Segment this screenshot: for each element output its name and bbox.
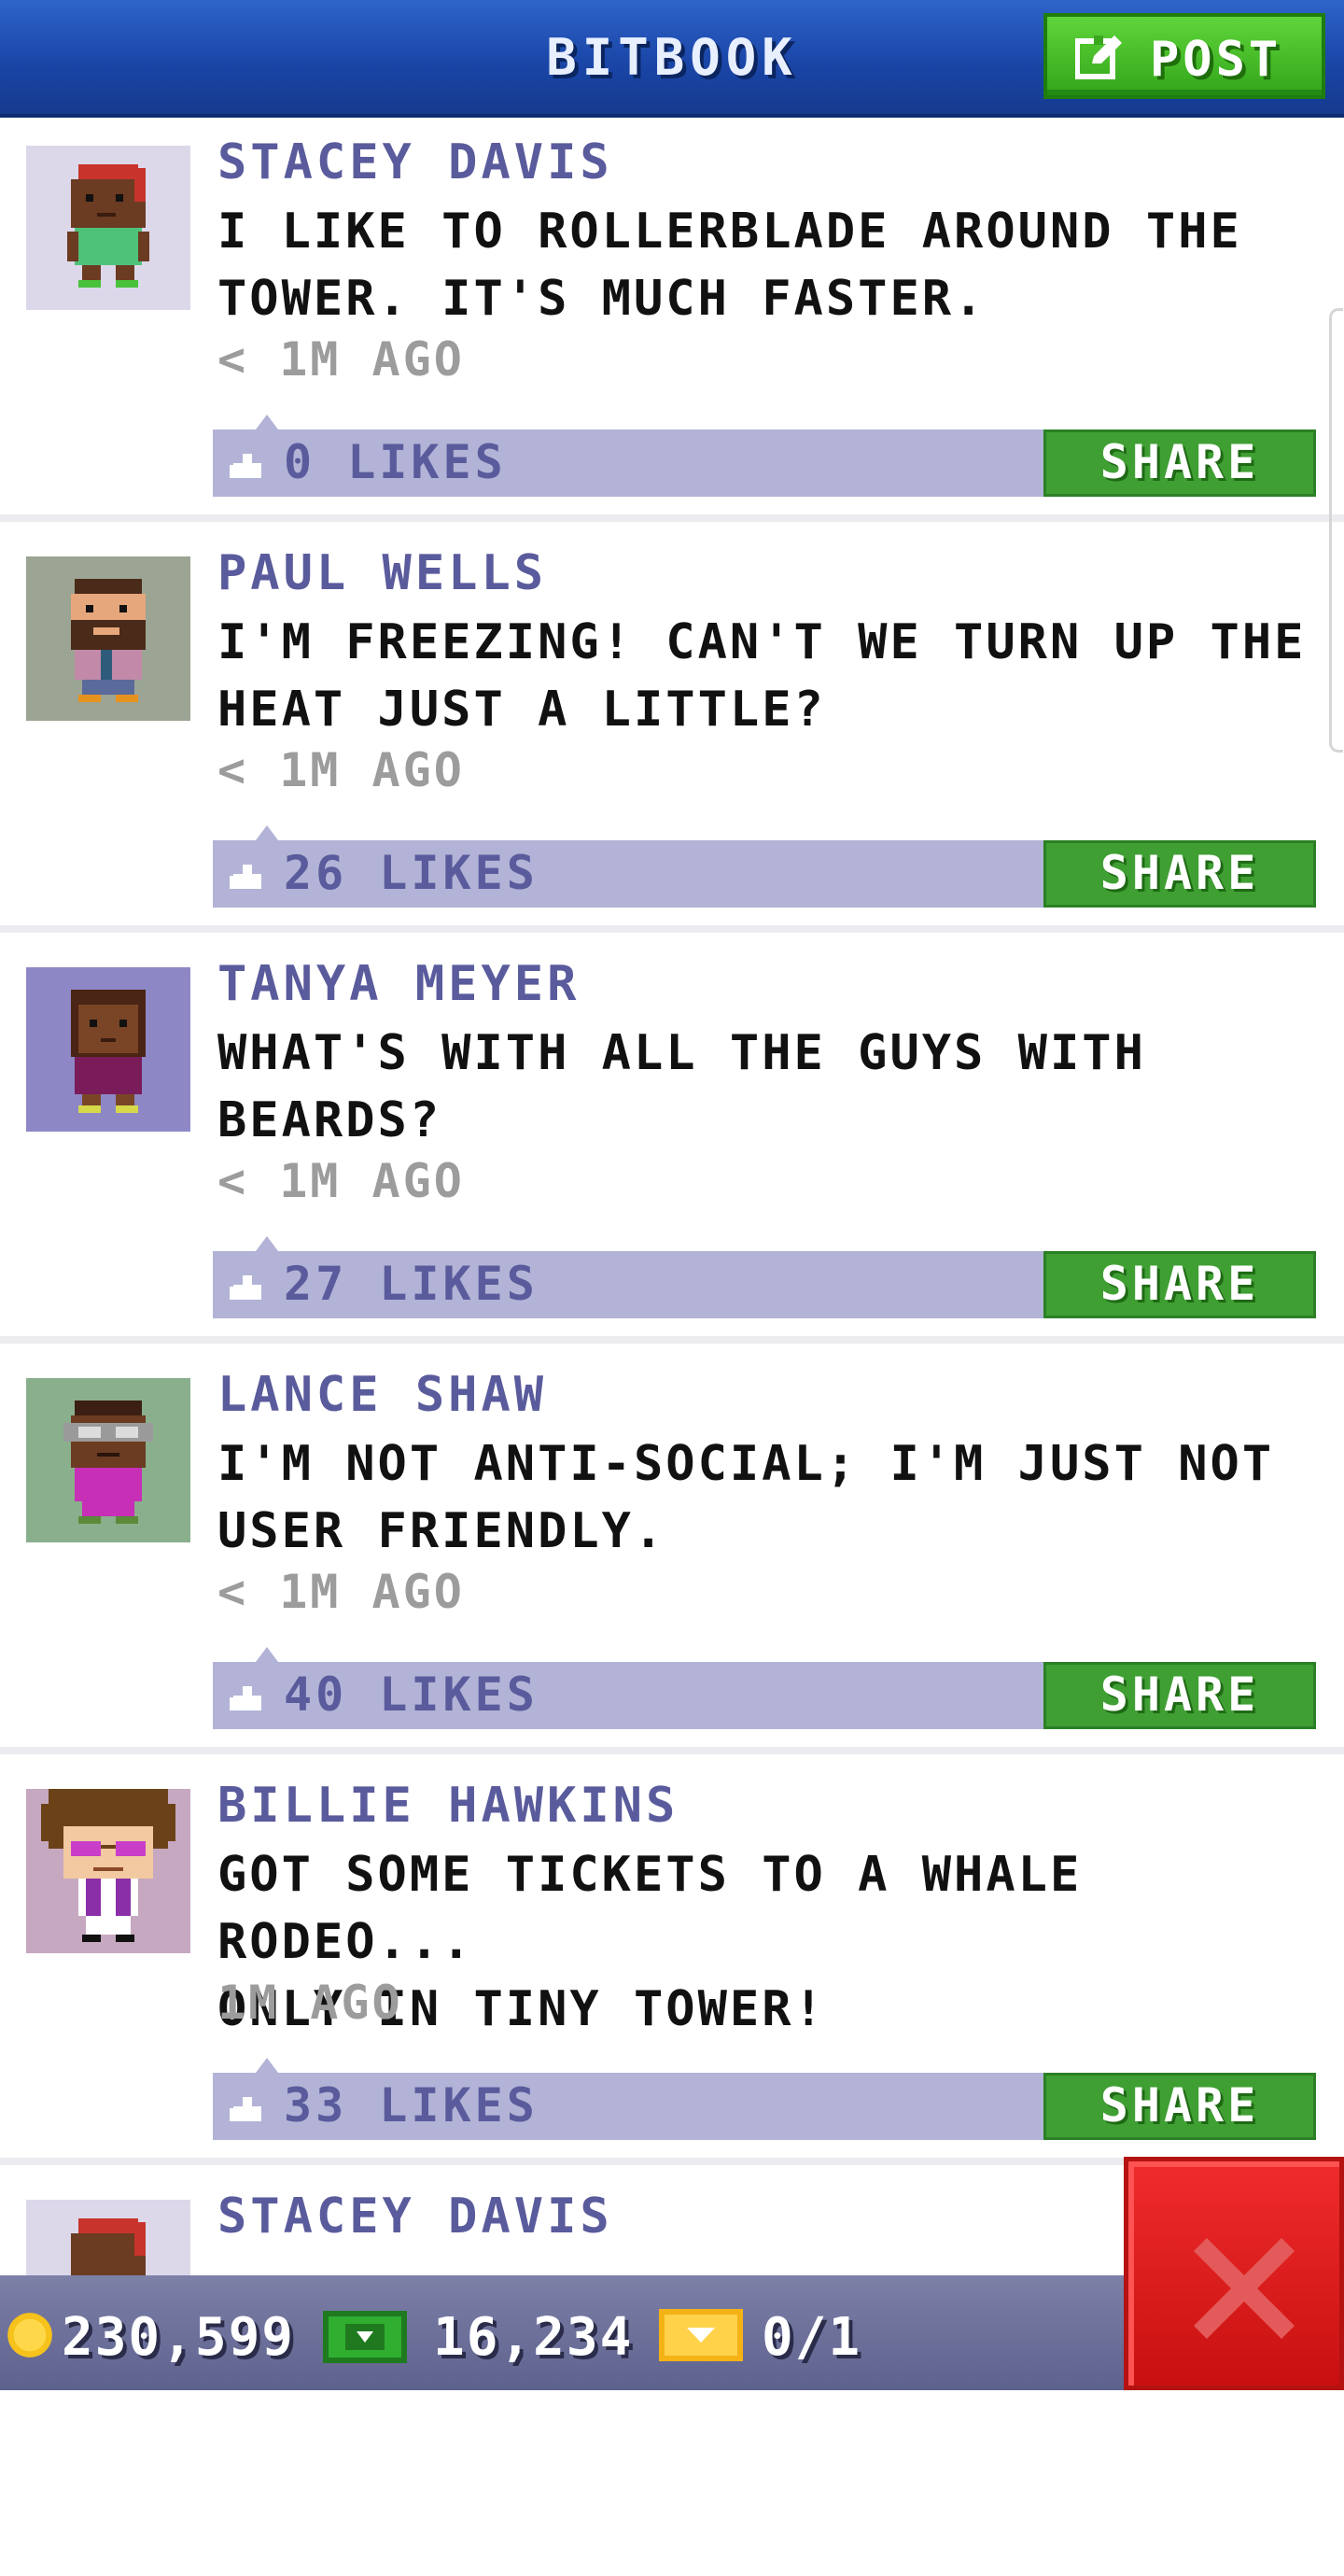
post-time: < 1M AGO	[217, 1154, 465, 1208]
close-button[interactable]	[1124, 2157, 1344, 2390]
share-button[interactable]: SHARE	[1043, 1662, 1316, 1729]
billie-avatar-icon	[26, 1789, 190, 1953]
post-author[interactable]: LANCE SHAW	[217, 1367, 547, 1423]
post-author[interactable]: BILLIE HAWKINS	[217, 1778, 679, 1834]
post-message: I'M NOT ANTI-SOCIAL; I'M JUST NOT USER F…	[217, 1436, 1275, 1559]
likes-bar: 0 LIKES SHARE	[213, 415, 1316, 497]
edit-icon	[1075, 35, 1122, 79]
thumbs-up-icon[interactable]	[230, 859, 265, 891]
post-label: POST	[1150, 32, 1282, 88]
likes-count: 26 LIKES	[284, 846, 539, 900]
post-time: < 1M AGO	[217, 1565, 465, 1619]
post-message: I LIKE TO ROLLERBLADE AROUND THE TOWER. …	[217, 204, 1242, 327]
thumbs-up-icon[interactable]	[230, 1681, 265, 1712]
feed-post: STACEY DAVIS I LIKE TO ROLLERBLADE AROUN…	[0, 118, 1344, 522]
feed-post: TANYA MEYER WHAT'S WITH ALL THE GUYS WIT…	[0, 939, 1344, 1344]
likes-count: 40 LIKES	[284, 1668, 539, 1722]
post-message: WHAT'S WITH ALL THE GUYS WITH BEARDS?	[217, 1025, 1146, 1148]
lance-avatar-icon	[26, 1378, 190, 1542]
stacey-avatar-icon	[26, 146, 190, 310]
likes-count: 27 LIKES	[284, 1257, 539, 1311]
feed-post: PAUL WELLS I'M FREEZING! CAN'T WE TURN U…	[0, 528, 1344, 933]
ticket-icon	[659, 2309, 743, 2361]
share-button[interactable]: SHARE	[1043, 1251, 1316, 1318]
post-button[interactable]: POST	[1043, 13, 1325, 99]
post-author[interactable]: STACEY DAVIS	[217, 134, 613, 190]
post-time: < 1M AGO	[217, 743, 465, 797]
post-author[interactable]: TANYA MEYER	[217, 956, 580, 1012]
post-message: I'M FREEZING! CAN'T WE TURN UP THE HEAT …	[217, 614, 1307, 738]
likes-count: 0 LIKES	[284, 435, 507, 489]
post-time: 1M AGO	[217, 1976, 403, 2030]
paul-avatar-icon	[26, 556, 190, 721]
share-button[interactable]: SHARE	[1043, 429, 1316, 497]
likes-bar: 26 LIKES SHARE	[213, 825, 1316, 908]
likes-bar: 33 LIKES SHARE	[213, 2058, 1316, 2140]
tanya-avatar-icon	[26, 967, 190, 1132]
post-author[interactable]: STACEY DAVIS	[217, 2189, 613, 2245]
bux-icon	[323, 2311, 407, 2363]
thumbs-up-icon[interactable]	[230, 448, 265, 480]
scrollbar[interactable]	[1329, 308, 1343, 753]
share-button[interactable]: SHARE	[1043, 840, 1316, 908]
coin-icon	[7, 2313, 52, 2358]
thumbs-up-icon[interactable]	[230, 1270, 265, 1302]
thumbs-up-icon[interactable]	[230, 2091, 265, 2123]
likes-count: 33 LIKES	[284, 2078, 539, 2133]
ticket-count: 0/1	[762, 2307, 862, 2368]
post-author[interactable]: PAUL WELLS	[217, 545, 547, 601]
bux-balance: 16,234	[433, 2307, 634, 2368]
header-bar: BITBOOK POST	[0, 0, 1344, 118]
post-time: < 1M AGO	[217, 332, 465, 387]
feed-post: BILLIE HAWKINS GOT SOME TICKETS TO A WHA…	[0, 1761, 1344, 2165]
feed-post: LANCE SHAW I'M NOT ANTI-SOCIAL; I'M JUST…	[0, 1350, 1344, 1754]
likes-bar: 27 LIKES SHARE	[213, 1236, 1316, 1318]
share-button[interactable]: SHARE	[1043, 2073, 1316, 2140]
close-icon	[1194, 2238, 1295, 2339]
coin-balance: 230,599	[62, 2307, 296, 2368]
likes-bar: 40 LIKES SHARE	[213, 1647, 1316, 1729]
